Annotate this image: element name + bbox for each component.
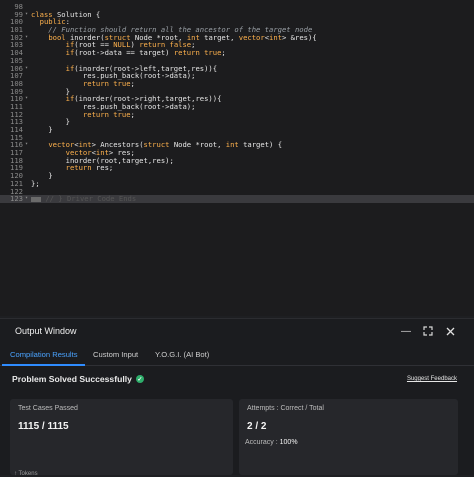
code-text: if(root->data == target) return true; (65, 48, 226, 58)
test-cases-value: 1115 / 1115 (18, 421, 69, 432)
active-tab-indicator (2, 364, 85, 366)
code-line[interactable]: 113 } (0, 118, 474, 126)
test-cases-label: Test Cases Passed (18, 405, 78, 412)
fold-chevron-icon[interactable]: ▾ (25, 11, 28, 19)
expand-icon[interactable] (422, 325, 434, 337)
output-tabs: Compilation Results Custom Input Y.O.G.I… (0, 345, 474, 366)
tab-custom-input[interactable]: Custom Input (93, 350, 138, 359)
suggest-feedback-link[interactable]: Suggest Feedback (407, 376, 457, 382)
code-text: }; (31, 178, 40, 188)
status-text: Problem Solved Successfully (12, 374, 132, 384)
attempts-value: 2 / 2 (247, 421, 267, 432)
code-line[interactable]: 104 if(root->data == target) return true… (0, 49, 474, 57)
code-line[interactable]: 121}; (0, 180, 474, 188)
result-status: Problem Solved Successfully ✓ (12, 374, 144, 384)
accuracy: Accuracy : 100% (245, 439, 298, 446)
minimize-icon[interactable]: — (400, 325, 412, 337)
close-icon[interactable] (444, 325, 456, 337)
fold-chevron-icon[interactable]: ▾ (25, 141, 28, 149)
accuracy-label: Accuracy : (245, 439, 278, 446)
output-header: Output Window — (0, 319, 474, 345)
output-title: Output Window (15, 326, 77, 336)
output-window: Output Window — Compilation Results Cust… (0, 318, 474, 477)
check-circle-icon: ✓ (135, 375, 144, 383)
code-editor[interactable]: 98 99 ▾ class Solution {100 public: 101 // F… (0, 0, 474, 316)
accuracy-value: 100% (279, 439, 298, 446)
bottom-peek-text: ↑ Tokens (14, 471, 38, 477)
code-line[interactable]: 123 ▾ // } Driver Code Ends (0, 195, 474, 203)
tab-compilation-results[interactable]: Compilation Results (10, 350, 78, 359)
code-text: } (31, 125, 53, 134)
code-line[interactable]: 112 return true; (0, 110, 474, 119)
code-line[interactable]: 120 } (0, 172, 474, 180)
test-cases-card: Test Cases Passed 1115 / 1115 (10, 399, 233, 475)
code-line[interactable]: 99 ▾ class Solution { (0, 10, 474, 19)
code-line[interactable]: 114 } (0, 126, 474, 134)
tab-yogi-ai-bot[interactable]: Y.O.G.I. (AI Bot) (155, 350, 209, 359)
fold-chevron-icon[interactable]: ▾ (25, 195, 28, 203)
fold-chevron-icon[interactable]: ▾ (25, 95, 28, 103)
fold-chevron-icon[interactable]: ▾ (25, 65, 28, 73)
code-line[interactable]: 108 return true; (0, 80, 474, 88)
attempts-label: Attempts : Correct / Total (247, 405, 324, 412)
code-text: // } Driver Code Ends (31, 195, 136, 203)
attempts-card: Attempts : Correct / Total 2 / 2 Accurac… (239, 399, 458, 475)
code-line[interactable]: 119 return res; (0, 164, 474, 172)
line-number: 123 (10, 194, 23, 204)
fold-chevron-icon[interactable]: ▾ (25, 34, 28, 42)
